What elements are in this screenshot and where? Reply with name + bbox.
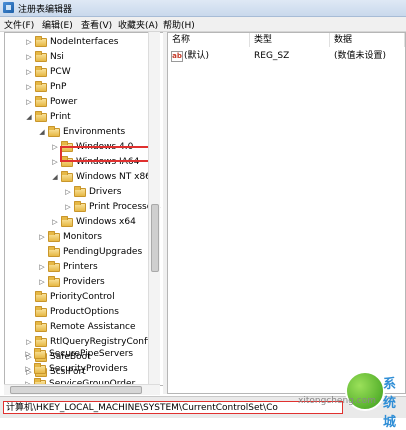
tree-item-label: Printers (63, 262, 98, 272)
folder-icon (35, 306, 47, 317)
folder-icon (48, 246, 60, 257)
value-data: (数值未设置) (334, 51, 387, 61)
folder-icon (48, 231, 60, 242)
tree-item-label: PnP (50, 82, 67, 92)
tree-item-label: Windows NT x86 (76, 172, 151, 182)
tree-scroll-thumb[interactable] (151, 204, 159, 272)
menu-view[interactable]: 查看(V) (81, 18, 112, 31)
folder-icon (35, 291, 47, 302)
title-bar: 注册表编辑器 (0, 0, 406, 17)
folder-icon (34, 363, 46, 374)
menu-file[interactable]: 文件(F) (4, 18, 34, 31)
menu-bar: 文件(F) 编辑(E) 查看(V) 收藏夹(A) 帮助(H) (0, 17, 406, 32)
regedit-icon (3, 2, 14, 13)
folder-icon (35, 96, 47, 107)
window-title: 注册表编辑器 (18, 5, 73, 15)
watermark-logo: 系统城 (345, 368, 406, 430)
tree-item-label: Providers (63, 277, 105, 287)
status-path: 计算机\HKEY_LOCAL_MACHINE\SYSTEM\CurrentCon… (3, 401, 343, 414)
watermark-text: 系统城 (383, 377, 397, 430)
expand-arrow-icon[interactable]: ▷ (25, 80, 33, 95)
collapse-arrow-icon[interactable]: ◢ (25, 110, 33, 125)
tree-item-label: PendingUpgrades (63, 247, 143, 257)
folder-icon (35, 36, 47, 47)
tree-item-label: Remote Assistance (50, 322, 136, 332)
folder-icon (48, 276, 60, 287)
folder-icon (35, 321, 47, 332)
column-type[interactable]: 类型 (250, 33, 330, 47)
tree-item-label: ProductOptions (50, 307, 119, 317)
expand-arrow-icon[interactable]: ▷ (25, 95, 33, 110)
folder-icon (34, 348, 46, 359)
menu-edit[interactable]: 编辑(E) (42, 18, 73, 31)
tree-item-label: PCW (50, 67, 71, 77)
tree-item-label: Drivers (89, 187, 122, 197)
expand-arrow-icon[interactable]: ▷ (64, 200, 72, 215)
value-type: REG_SZ (254, 51, 290, 61)
expand-arrow-icon[interactable]: ▷ (64, 185, 72, 200)
folder-icon (74, 201, 86, 212)
collapse-arrow-icon[interactable]: ◢ (38, 125, 46, 140)
expand-arrow-icon[interactable]: ▷ (25, 65, 33, 80)
folder-icon (35, 66, 47, 77)
tree-hscroll-thumb[interactable] (10, 386, 142, 394)
menu-help[interactable]: 帮助(H) (163, 18, 195, 31)
tree-item-label: Windows x64 (76, 217, 136, 227)
expand-arrow-icon[interactable]: ▷ (51, 140, 59, 155)
folder-icon (48, 261, 60, 272)
string-value-icon: ab (171, 51, 183, 62)
expand-arrow-icon[interactable]: ▷ (25, 50, 33, 65)
values-pane[interactable] (167, 32, 406, 394)
tree-item-label: Nsi (50, 52, 64, 62)
expand-arrow-icon[interactable]: ▷ (24, 362, 32, 377)
column-name[interactable]: 名称 (168, 33, 250, 47)
tree-item-label: NodeInterfaces (50, 37, 119, 47)
registry-tree[interactable]: ▷ NodeInterfaces ▷ Nsi ▷ PCW ▷ PnP ▷ Pow… (4, 32, 165, 386)
menu-favorites[interactable]: 收藏夹(A) (118, 18, 158, 31)
folder-open-icon (35, 111, 47, 122)
expand-arrow-icon[interactable]: ▷ (51, 215, 59, 230)
folder-icon (61, 216, 73, 227)
expand-arrow-icon[interactable]: ▷ (38, 260, 46, 275)
tree-item-label: Monitors (63, 232, 102, 242)
selection-highlight (60, 146, 155, 162)
column-data[interactable]: 数据 (330, 33, 405, 47)
expand-arrow-icon[interactable]: ▷ (25, 35, 33, 50)
tree-item-label: Power (50, 97, 78, 107)
tree-item-label: SecurePipeServers (49, 349, 134, 359)
folder-icon (35, 81, 47, 92)
folder-icon (35, 336, 47, 347)
tree-item-label: Print (50, 112, 71, 122)
expand-arrow-icon[interactable]: ▷ (38, 275, 46, 290)
folder-icon (35, 51, 47, 62)
watermark-url: xitongcheng.com (298, 396, 376, 406)
folder-icon (74, 186, 86, 197)
folder-open-icon (61, 171, 73, 182)
collapse-arrow-icon[interactable]: ◢ (51, 170, 59, 185)
tree-item-label: SecurityProviders (49, 364, 128, 374)
folder-open-icon (48, 126, 60, 137)
expand-arrow-icon[interactable]: ▷ (24, 347, 32, 362)
tree-item-label: Environments (63, 127, 126, 137)
value-name[interactable]: (默认) (184, 49, 209, 63)
tree-item-label: PriorityControl (50, 292, 115, 302)
expand-arrow-icon[interactable]: ▷ (51, 155, 59, 170)
expand-arrow-icon[interactable]: ▷ (38, 230, 46, 245)
